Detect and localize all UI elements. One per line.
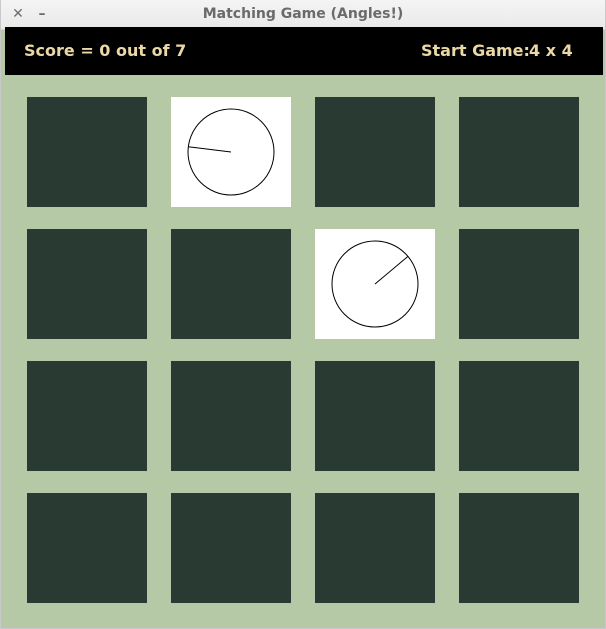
card-r2-c0[interactable] — [27, 361, 147, 471]
card-r0-c0[interactable] — [27, 97, 147, 207]
card-r1-c3[interactable] — [459, 229, 579, 339]
card-r0-c2[interactable] — [315, 97, 435, 207]
card-board — [1, 76, 605, 628]
card-r3-c3[interactable] — [459, 493, 579, 603]
card-r0-c3[interactable] — [459, 97, 579, 207]
angle-clock-icon — [331, 240, 419, 328]
card-r3-c2[interactable] — [315, 493, 435, 603]
angle-clock-icon — [187, 108, 275, 196]
card-r3-c1[interactable] — [171, 493, 291, 603]
grid-size-selector[interactable]: 4 x 4 — [529, 41, 573, 60]
angle-hand — [374, 255, 409, 285]
card-r3-c0[interactable] — [27, 493, 147, 603]
card-r1-c2[interactable] — [315, 229, 435, 339]
card-r2-c3[interactable] — [459, 361, 579, 471]
start-game-button[interactable]: Start Game: — [421, 41, 530, 60]
game-window: ✕ – Matching Game (Angles!) Score = 0 ou… — [0, 0, 606, 629]
title-bar[interactable]: ✕ – Matching Game (Angles!) — [1, 0, 605, 30]
score-header: Score = 0 out of 7 Start Game: 4 x 4 — [5, 27, 603, 75]
card-r1-c1[interactable] — [171, 229, 291, 339]
card-r0-c1[interactable] — [171, 97, 291, 207]
window-title: Matching Game (Angles!) — [202, 6, 404, 22]
card-r2-c1[interactable] — [171, 361, 291, 471]
card-r2-c2[interactable] — [315, 361, 435, 471]
angle-hand — [188, 146, 232, 153]
score-text: Score = 0 out of 7 — [24, 41, 187, 60]
card-r1-c0[interactable] — [27, 229, 147, 339]
